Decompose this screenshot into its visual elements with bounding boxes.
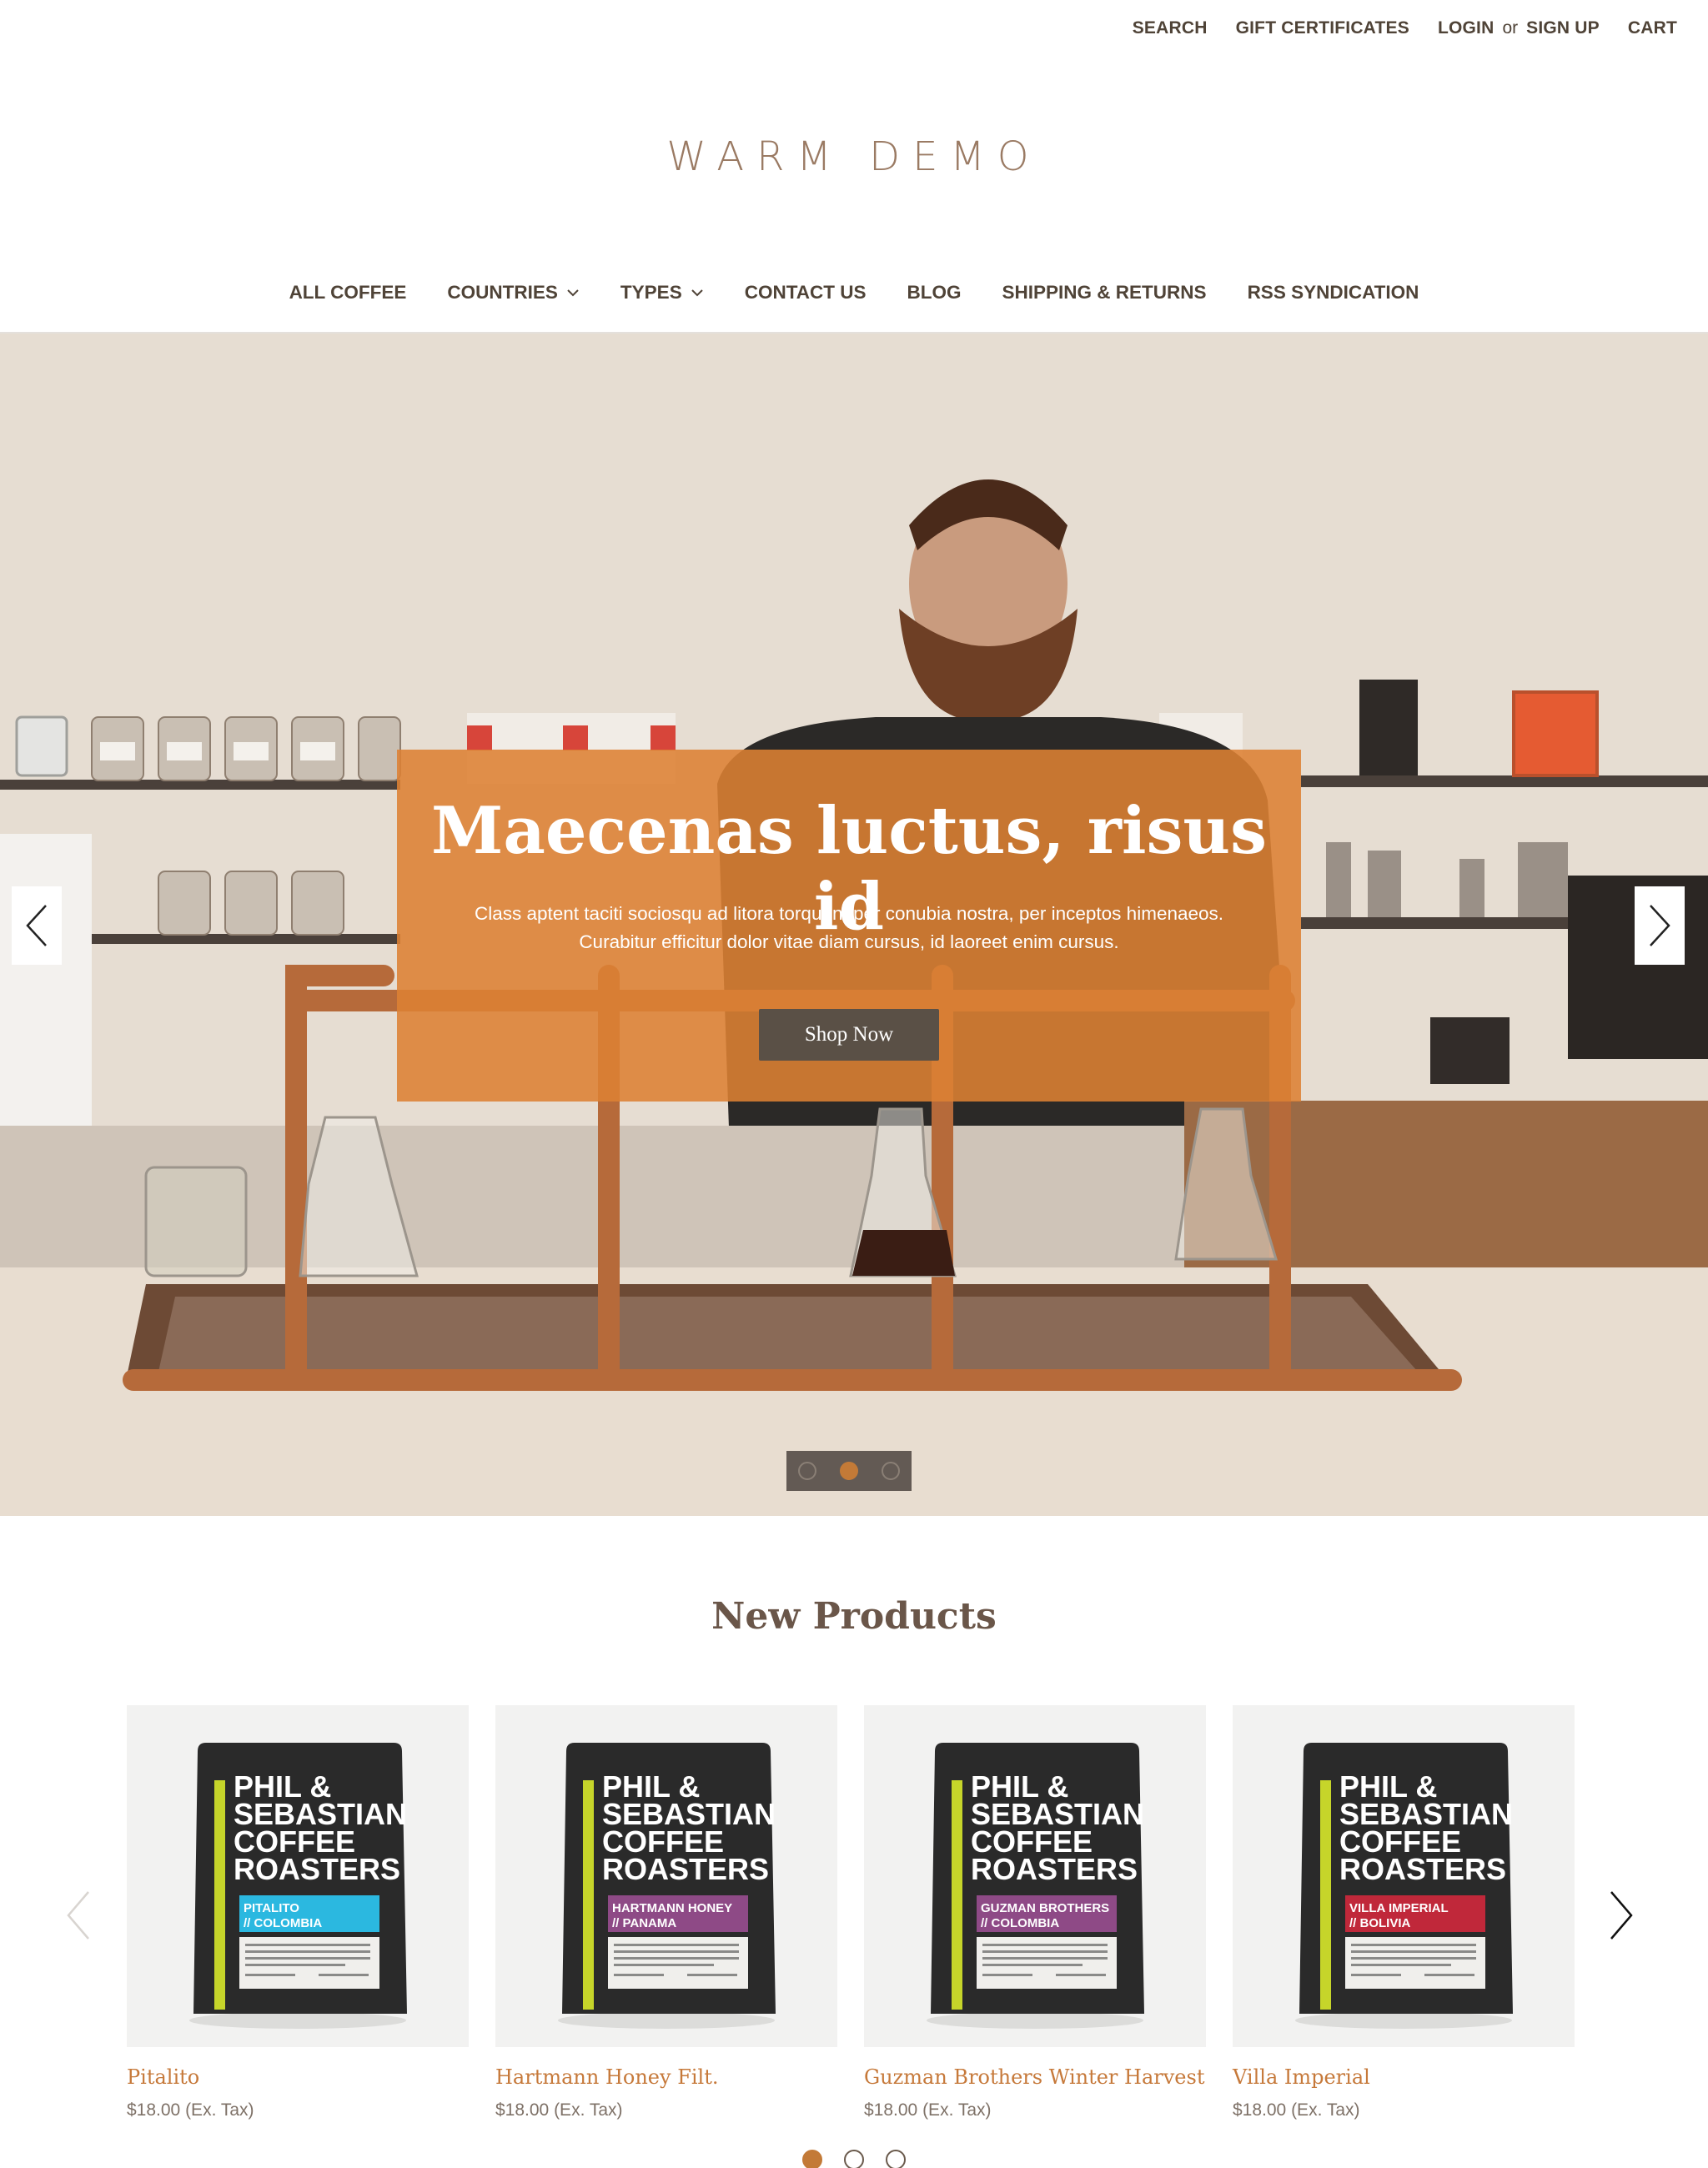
nav-contact-label: CONTACT US (744, 282, 867, 303)
nav-rss-label: RSS SYNDICATION (1247, 282, 1419, 303)
product-label-text: // PANAMA (612, 1916, 676, 1930)
product-label-text: // COLOMBIA (981, 1916, 1059, 1930)
products-dot-3[interactable] (886, 2150, 906, 2168)
chevron-left-icon (26, 905, 47, 946)
hero-dot-1[interactable] (798, 1462, 816, 1480)
shop-now-button[interactable]: Shop Now (759, 1009, 939, 1061)
hero-next-button[interactable] (1635, 886, 1685, 965)
product-card[interactable]: PHIL & SEBASTIAN COFFEE ROASTERS GUZMAN BROT… (864, 1705, 1206, 2120)
new-products-heading: New Products (711, 1595, 997, 1638)
main-nav: ALL COFFEE COUNTRIES TYPES CONTACT US BL… (0, 282, 1708, 304)
nav-all-coffee[interactable]: ALL COFFEE (289, 282, 407, 304)
product-name[interactable]: Villa Imperial (1233, 2065, 1575, 2089)
products-pagination (0, 2150, 1708, 2168)
product-label-text: VILLA IMPERIAL (1349, 1901, 1449, 1915)
product-name[interactable]: Hartmann Honey Filt. (495, 2065, 837, 2089)
or-text: or (1502, 18, 1519, 38)
product-label-text: HARTMANN HONEY (612, 1901, 732, 1915)
nav-countries[interactable]: COUNTRIES (447, 282, 580, 304)
utility-links: SEARCH GIFT CERTIFICATES LOGIN or SIGN U… (1133, 18, 1677, 38)
sign-up-link[interactable]: SIGN UP (1526, 18, 1600, 38)
product-price: $18.00 (Ex. Tax) (864, 2100, 992, 2120)
product-label-text: ROASTERS (234, 1852, 400, 1886)
product-card[interactable]: PHIL & SEBASTIAN COFFEE ROASTERS VILLA IMPER… (1233, 1705, 1575, 2120)
nav-all-coffee-label: ALL COFFEE (289, 282, 407, 303)
products-dot-1[interactable] (802, 2150, 822, 2168)
product-image[interactable]: PHIL & SEBASTIAN COFFEE ROASTERS VILLA IMPER… (1233, 1705, 1575, 2047)
store-logo[interactable]: WARM DEMO (0, 133, 1708, 180)
nav-rss-syndication[interactable]: RSS SYNDICATION (1248, 282, 1419, 304)
nav-types[interactable]: TYPES (620, 282, 704, 304)
nav-types-label: TYPES (620, 282, 682, 303)
product-label-text: // BOLIVIA (1349, 1916, 1411, 1930)
nav-contact-us[interactable]: CONTACT US (745, 282, 867, 304)
search-link[interactable]: SEARCH (1133, 18, 1208, 38)
product-label-text: ROASTERS (1339, 1852, 1506, 1886)
hero-pagination (786, 1451, 912, 1491)
chevron-down-icon (691, 289, 703, 297)
hero-dot-2[interactable] (840, 1462, 858, 1480)
nav-blog-label: BLOG (907, 282, 962, 303)
products-dot-2[interactable] (844, 2150, 864, 2168)
utility-nav: SEARCH GIFT CERTIFICATES LOGIN or SIGN U… (0, 0, 1708, 60)
chevron-down-icon (567, 289, 579, 297)
product-price: $18.00 (Ex. Tax) (127, 2100, 254, 2120)
product-label-text: ROASTERS (971, 1852, 1138, 1886)
hero-overlay: Maecenas luctus, risus id Class aptent t… (397, 750, 1301, 1102)
product-card[interactable]: PHIL & SEBASTIAN COFFEE ROASTERS HARTMANN HO… (495, 1705, 837, 2120)
chevron-right-icon (1610, 1891, 1633, 1940)
products-prev-button[interactable] (58, 1889, 100, 1942)
chevron-right-icon (1650, 905, 1670, 946)
login-link[interactable]: LOGIN (1438, 18, 1494, 38)
hero-prev-button[interactable] (12, 886, 62, 965)
product-image[interactable]: PHIL & SEBASTIAN COFFEE ROASTERS HARTMANN HO… (495, 1705, 837, 2047)
hero-carousel: Maecenas luctus, risus id Class aptent t… (0, 334, 1708, 1516)
product-name[interactable]: Pitalito (127, 2065, 469, 2089)
chevron-left-icon (67, 1891, 89, 1940)
product-label-text: PITALITO (244, 1901, 299, 1915)
nav-countries-label: COUNTRIES (447, 282, 558, 303)
hero-dot-3[interactable] (882, 1462, 900, 1480)
product-name[interactable]: Guzman Brothers Winter Harvest (864, 2065, 1206, 2089)
product-price: $18.00 (Ex. Tax) (495, 2100, 623, 2120)
products-next-button[interactable] (1600, 1889, 1641, 1942)
product-label-text: GUZMAN BROTHERS (981, 1901, 1109, 1915)
product-price: $18.00 (Ex. Tax) (1233, 2100, 1360, 2120)
product-label-text: // COLOMBIA (244, 1916, 322, 1930)
cart-link[interactable]: CART (1628, 18, 1677, 38)
nav-shipping-label: SHIPPING & RETURNS (1002, 282, 1207, 303)
nav-shipping-returns[interactable]: SHIPPING & RETURNS (1002, 282, 1207, 304)
product-image[interactable]: PHIL & SEBASTIAN COFFEE ROASTERS PITALITO// … (127, 1705, 469, 2047)
nav-blog[interactable]: BLOG (907, 282, 962, 304)
product-label-text: ROASTERS (602, 1852, 769, 1886)
hero-description: Class aptent taciti sociosqu ad litora t… (474, 903, 1224, 952)
gift-certificates-link[interactable]: GIFT CERTIFICATES (1236, 18, 1409, 38)
product-card[interactable]: PHIL & SEBASTIAN COFFEE ROASTERS PITALITO// … (127, 1705, 469, 2120)
new-products-carousel: PHIL & SEBASTIAN COFFEE ROASTERS PITALITO// … (127, 1705, 1575, 2120)
product-image[interactable]: PHIL & SEBASTIAN COFFEE ROASTERS GUZMAN BROT… (864, 1705, 1206, 2047)
